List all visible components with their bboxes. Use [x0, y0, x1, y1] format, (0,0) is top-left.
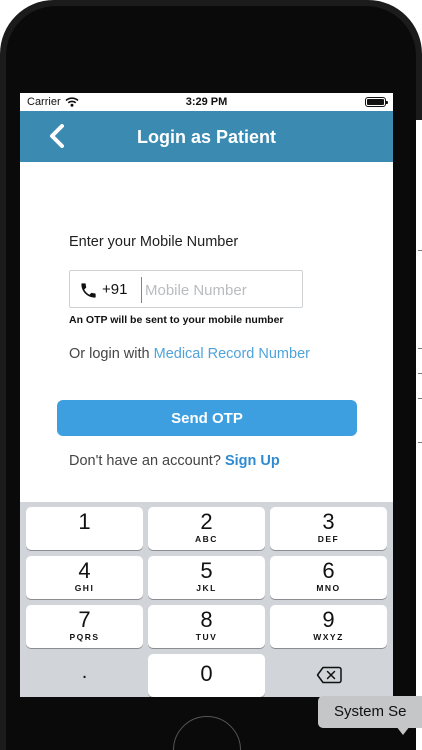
key-letters: GHI — [74, 583, 95, 593]
key-4[interactable]: 4 GHI — [26, 556, 143, 599]
edge-mark — [418, 250, 422, 251]
key-number: . — [81, 661, 88, 683]
key-1[interactable]: 1 — [26, 507, 143, 550]
key-2[interactable]: 2 ABC — [148, 507, 265, 550]
mobile-number-input[interactable] — [141, 277, 296, 303]
page-title: Login as Patient — [136, 127, 277, 147]
phone-input-group: +91 — [69, 270, 303, 308]
key-backspace[interactable] — [270, 654, 387, 697]
signup-row: Don't have an account? Sign Up — [69, 453, 280, 469]
key-9[interactable]: 9 WXYZ — [270, 605, 387, 648]
signup-prefix: Don't have an account? — [69, 453, 225, 469]
key-6[interactable]: 6 MNO — [270, 556, 387, 599]
edge-mark — [418, 348, 422, 349]
key-letters: DEF — [317, 534, 340, 544]
battery-icon — [365, 97, 388, 107]
status-time: 3:29 PM — [185, 96, 228, 108]
edge-mark — [418, 442, 422, 443]
background-window-edge — [416, 120, 422, 750]
key-0[interactable]: 0 — [148, 654, 265, 697]
medical-record-login-link[interactable]: Medical Record Number — [154, 346, 310, 362]
key-letters: TUV — [195, 632, 218, 642]
sign-up-link[interactable]: Sign Up — [225, 453, 280, 469]
system-tooltip: System Se — [318, 696, 422, 728]
mobile-number-label: Enter your Mobile Number — [69, 234, 239, 250]
numeric-keypad: 1 2 ABC 3 DEF 4 GHI 5 JKL 6 MNO 7 PQRS 8 TUV 9W… — [20, 502, 393, 697]
key-decimal[interactable]: . — [26, 654, 143, 697]
key-letters: ABC — [195, 534, 218, 544]
phone-screen: Carrier 3:29 PM Login as Patient Enter y… — [20, 93, 393, 697]
backspace-icon — [316, 666, 342, 684]
key-5[interactable]: 5 JKL — [148, 556, 265, 599]
alt-login-prefix: Or login with — [69, 346, 154, 362]
key-number: 4 — [78, 558, 91, 583]
tooltip-pointer — [396, 726, 410, 735]
edge-mark — [418, 398, 422, 399]
otp-hint: An OTP will be sent to your mobile numbe… — [69, 314, 284, 326]
key-letters: WXYZ — [313, 632, 344, 642]
country-code: +91 — [102, 281, 128, 298]
key-number: 1 — [78, 509, 91, 534]
status-bar: Carrier 3:29 PM — [20, 93, 393, 111]
alt-login-row: Or login with Medical Record Number — [69, 346, 310, 362]
key-letters: MNO — [316, 583, 341, 593]
key-number: 8 — [200, 607, 213, 632]
key-number: 5 — [200, 558, 213, 583]
send-otp-button[interactable]: Send OTP — [57, 400, 357, 436]
key-number: 9 — [322, 607, 335, 632]
key-3[interactable]: 3 DEF — [270, 507, 387, 550]
edge-mark — [418, 373, 422, 374]
key-letters: PQRS — [69, 632, 100, 642]
phone-icon — [81, 283, 96, 298]
key-number: 2 — [200, 509, 213, 534]
key-number: 7 — [78, 607, 91, 632]
key-8[interactable]: 8 TUV — [148, 605, 265, 648]
key-number: 6 — [322, 558, 335, 583]
key-number: 0 — [200, 661, 213, 686]
key-letters: JKL — [196, 583, 217, 593]
key-7[interactable]: 7 PQRS — [26, 605, 143, 648]
navigation-bar: Login as Patient — [20, 111, 393, 162]
key-number: 3 — [322, 509, 335, 534]
